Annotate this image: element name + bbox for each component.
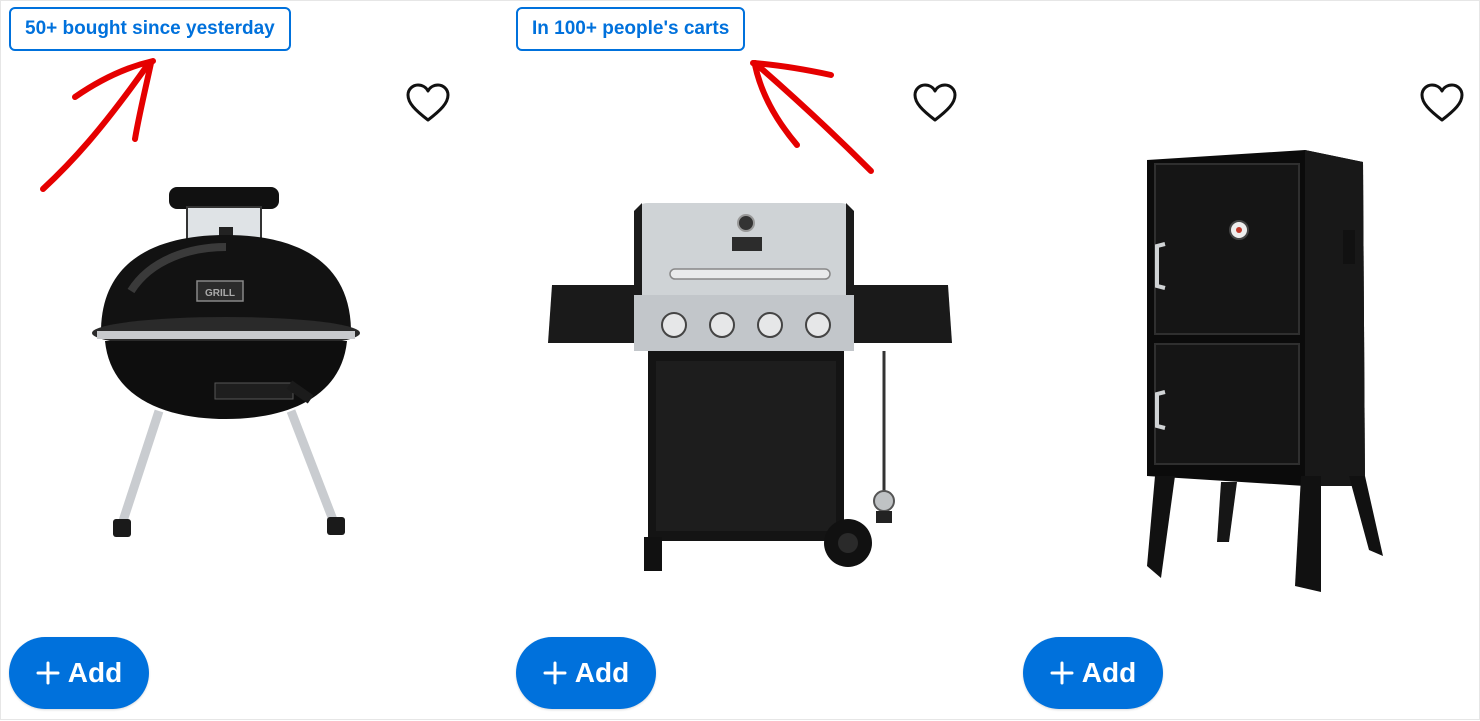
heart-outline-icon[interactable] bbox=[405, 83, 451, 123]
add-to-cart-button[interactable]: Add bbox=[516, 637, 656, 709]
add-button-label: Add bbox=[574, 657, 630, 688]
social-proof-badge: In 100+ people's carts bbox=[516, 7, 746, 51]
plus-icon bbox=[36, 661, 60, 685]
svg-text:GRILL: GRILL bbox=[205, 288, 235, 299]
product-grid: 50+ bought since yesterday GRILL Add In … bbox=[0, 0, 1480, 720]
plus-icon bbox=[1050, 661, 1074, 685]
vertical-smoker-image[interactable] bbox=[1125, 146, 1387, 601]
gas-grill-image[interactable] bbox=[538, 201, 958, 576]
social-proof-badge: 50+ bought since yesterday bbox=[9, 7, 291, 51]
heart-outline-icon[interactable] bbox=[1419, 83, 1465, 123]
add-button-label: Add bbox=[1081, 657, 1137, 688]
kettle-grill-image[interactable]: GRILL bbox=[91, 181, 371, 546]
heart-outline-icon[interactable] bbox=[912, 83, 958, 123]
hand-drawn-arrow-icon bbox=[40, 58, 156, 192]
plus-icon bbox=[543, 661, 567, 685]
hand-drawn-arrow-icon bbox=[750, 60, 874, 174]
add-to-cart-button[interactable]: Add bbox=[9, 637, 149, 709]
add-to-cart-button[interactable]: Add bbox=[1023, 637, 1163, 709]
add-button-label: Add bbox=[67, 657, 123, 688]
product-card-vertical-smoker: Add bbox=[1015, 1, 1480, 721]
